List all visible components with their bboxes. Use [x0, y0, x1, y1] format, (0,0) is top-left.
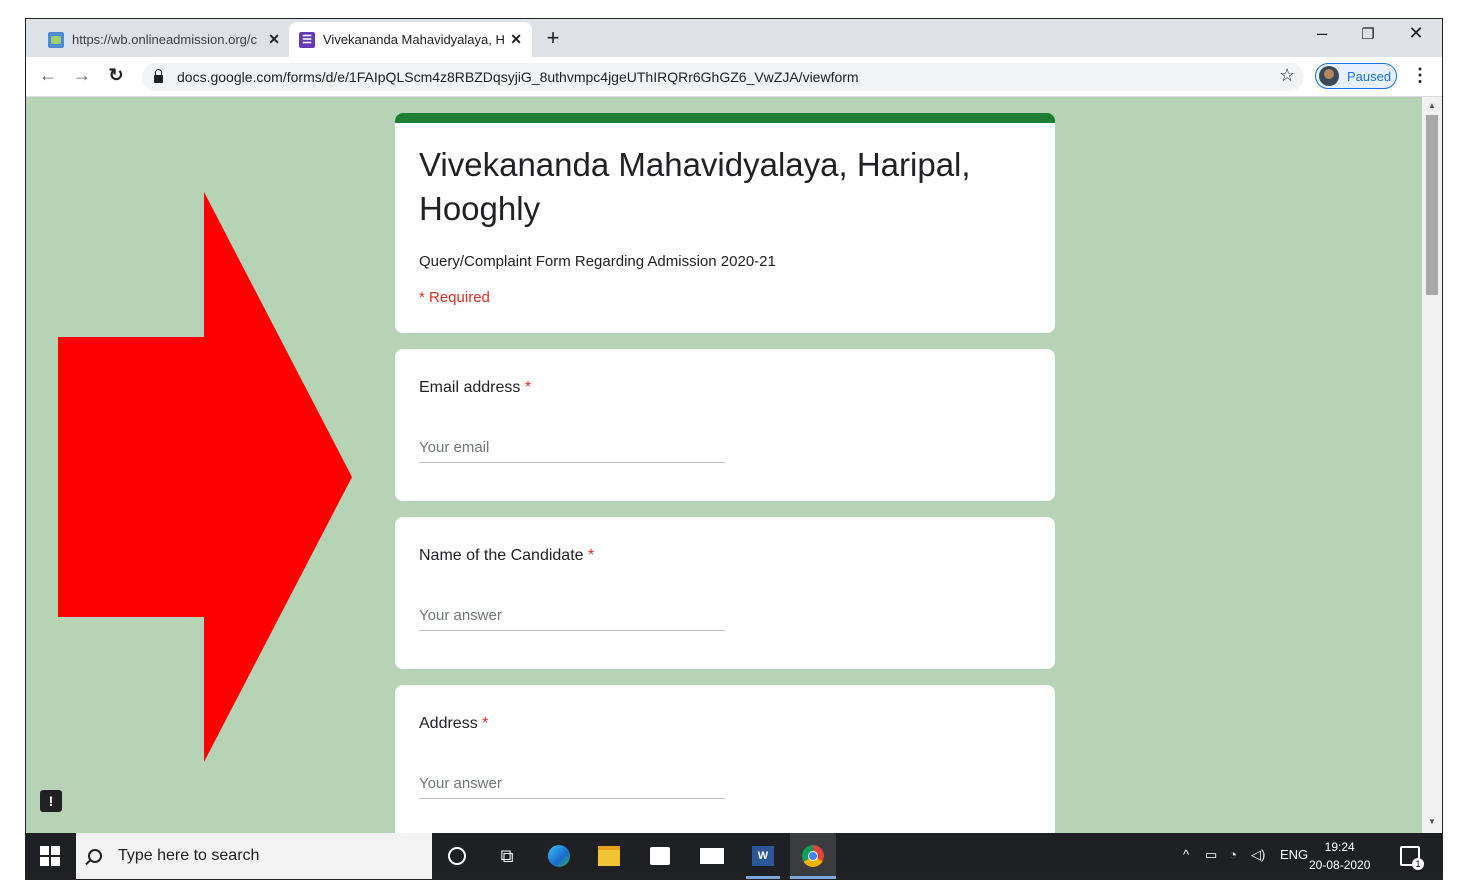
question-card-address: Address * Your answer: [395, 685, 1055, 833]
red-arrow-annotation: [58, 192, 352, 762]
tab-close-icon[interactable]: ✕: [268, 31, 280, 48]
minimize-button[interactable]: –: [1302, 23, 1342, 44]
taskbar-search-input[interactable]: Type here to search: [76, 833, 432, 879]
url-text: docs.google.com/forms/d/e/1FAIpQLScm4z8R…: [177, 69, 859, 85]
address-bar[interactable]: docs.google.com/forms/d/e/1FAIpQLScm4z8R…: [142, 63, 1304, 91]
restore-button[interactable]: ❐: [1348, 25, 1388, 43]
clock-date: 20-08-2020: [1309, 858, 1371, 872]
form-title: Vivekananda Mahavidyalaya, Haripal, Hoog…: [419, 146, 971, 227]
page-content: Vivekananda Mahavidyalaya, Haripal, Hoog…: [26, 97, 1422, 833]
scroll-up-arrow-icon[interactable]: ▲: [1428, 101, 1436, 110]
tab-google-form[interactable]: ☰ Vivekananda Mahavidyalaya, Har ✕: [289, 22, 532, 57]
scroll-down-arrow-icon[interactable]: ▼: [1428, 817, 1436, 826]
tab-close-icon[interactable]: ✕: [510, 31, 522, 48]
browser-toolbar: ← → ↻ docs.google.com/forms/d/e/1FAIpQLS…: [26, 57, 1442, 97]
profile-button[interactable]: Paused: [1315, 63, 1397, 89]
close-window-button[interactable]: ✕: [1396, 23, 1436, 44]
task-view-icon[interactable]: ⧉: [494, 843, 520, 869]
avatar: [1319, 66, 1339, 86]
required-asterisk: *: [482, 715, 489, 732]
edge-icon[interactable]: [546, 843, 572, 869]
search-placeholder: Type here to search: [118, 847, 260, 864]
question-label: Name of the Candidate *: [419, 547, 594, 565]
question-label: Address *: [419, 715, 488, 733]
form-header-card: Vivekananda Mahavidyalaya, Haripal, Hoog…: [395, 113, 1055, 333]
email-field[interactable]: Your email: [419, 433, 725, 463]
chevron-up-icon[interactable]: ^: [1183, 847, 1189, 862]
question-text: Name of the Candidate: [419, 547, 584, 564]
kebab-menu-icon[interactable]: ⋮: [1411, 65, 1429, 86]
back-arrow-icon[interactable]: ←: [36, 65, 60, 86]
question-label: Email address *: [419, 379, 531, 397]
tab-strip: https://wb.onlineadmission.org/c ✕ ☰ Viv…: [26, 19, 1442, 57]
admission-site-icon: [48, 31, 64, 48]
question-card-email: Email address * Your email: [395, 349, 1055, 501]
lock-icon: [154, 69, 163, 83]
notification-count: 1: [1412, 858, 1424, 870]
volume-icon[interactable]: ◁): [1251, 847, 1265, 863]
notification-center-icon[interactable]: 1: [1400, 846, 1424, 870]
required-asterisk: *: [588, 547, 595, 564]
scrollbar[interactable]: ▲ ▼: [1422, 97, 1442, 833]
screen-frame: https://wb.onlineadmission.org/c ✕ ☰ Viv…: [25, 18, 1443, 880]
required-note: * Required: [419, 289, 490, 306]
bookmark-star-icon[interactable]: ☆: [1279, 65, 1295, 86]
question-text: Email address: [419, 379, 521, 396]
arrow-shape: [58, 192, 352, 762]
scrollbar-thumb[interactable]: [1426, 115, 1438, 295]
word-icon[interactable]: W: [750, 843, 776, 869]
wifi-icon[interactable]: ◔: [1229, 847, 1237, 862]
address-field[interactable]: Your answer: [419, 769, 725, 799]
google-forms-icon: ☰: [299, 31, 315, 48]
cortana-icon[interactable]: [444, 843, 470, 869]
forward-arrow-icon[interactable]: →: [70, 65, 94, 86]
new-tab-button[interactable]: +: [540, 25, 566, 51]
question-text: Address: [419, 715, 478, 732]
tab-onlineadmission[interactable]: https://wb.onlineadmission.org/c ✕: [38, 22, 290, 57]
profile-status: Paused: [1347, 68, 1392, 84]
candidate-name-field[interactable]: Your answer: [419, 601, 725, 631]
word-running-indicator: [746, 876, 780, 879]
battery-icon[interactable]: ▭: [1205, 847, 1217, 863]
tab-title: Vivekananda Mahavidyalaya, Har: [323, 32, 505, 47]
system-clock[interactable]: 19:24 20-08-2020: [1309, 838, 1370, 874]
language-indicator[interactable]: ENG: [1280, 847, 1308, 862]
mail-icon[interactable]: [699, 843, 725, 869]
form-description: Query/Complaint Form Regarding Admission…: [419, 253, 776, 270]
required-asterisk: *: [524, 379, 532, 396]
windows-start-icon[interactable]: [40, 846, 60, 866]
file-explorer-icon[interactable]: [596, 843, 622, 869]
chrome-icon[interactable]: [790, 833, 836, 879]
store-icon[interactable]: [647, 843, 673, 869]
search-icon: [88, 849, 102, 863]
feedback-icon[interactable]: !: [40, 790, 62, 812]
windows-taskbar: Type here to search ⧉ W ^ ▭ ◔ ◁) ENG 19:…: [26, 833, 1442, 879]
clock-time: 19:24: [1324, 840, 1355, 854]
tab-title: https://wb.onlineadmission.org/c: [72, 32, 257, 47]
chrome-running-indicator: [790, 876, 836, 879]
reload-icon[interactable]: ↻: [104, 65, 128, 86]
question-card-name: Name of the Candidate * Your answer: [395, 517, 1055, 669]
